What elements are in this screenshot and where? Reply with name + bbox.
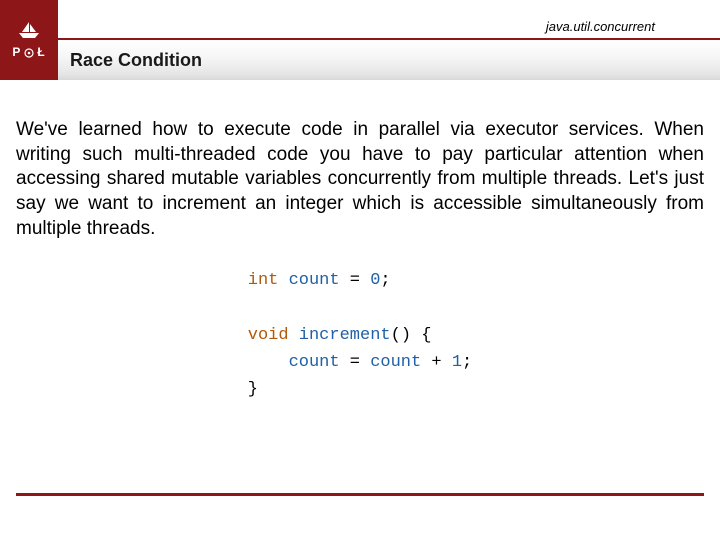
title-bar: Race Condition — [58, 38, 720, 80]
logo-letter-left: P — [12, 45, 21, 59]
code-lines: int count = 0; void increment() { count … — [248, 267, 472, 403]
semicolon: ; — [462, 353, 472, 372]
operator-eq: = — [350, 353, 360, 372]
gear-icon — [24, 47, 34, 57]
content-area: We've learned how to execute code in par… — [0, 80, 720, 403]
literal-zero: 0 — [370, 271, 380, 290]
literal-one: 1 — [452, 353, 462, 372]
logo-letters: P Ł — [12, 45, 45, 59]
identifier-count: count — [289, 271, 340, 290]
logo-letter-right: Ł — [37, 45, 45, 59]
body-paragraph: We've learned how to execute code in par… — [16, 118, 704, 241]
slide-title: Race Condition — [70, 50, 202, 71]
brace-close: } — [248, 380, 258, 399]
identifier-count: count — [289, 353, 340, 372]
paren-close: ) — [401, 326, 411, 345]
identifier-increment: increment — [299, 326, 391, 345]
code-snippet: int count = 0; void increment() { count … — [16, 267, 704, 403]
operator-eq: = — [350, 271, 360, 290]
semicolon: ; — [380, 271, 390, 290]
package-label: java.util.concurrent — [546, 19, 655, 34]
brand-logo: P Ł — [0, 0, 58, 80]
boat-icon — [16, 21, 42, 39]
brace-open: { — [421, 326, 431, 345]
identifier-count: count — [370, 353, 421, 372]
keyword-void: void — [248, 326, 289, 345]
operator-plus: + — [431, 353, 441, 372]
paren-open: ( — [391, 326, 401, 345]
keyword-int: int — [248, 271, 279, 290]
footer-divider — [16, 493, 704, 496]
header-top: java.util.concurrent — [0, 0, 720, 38]
